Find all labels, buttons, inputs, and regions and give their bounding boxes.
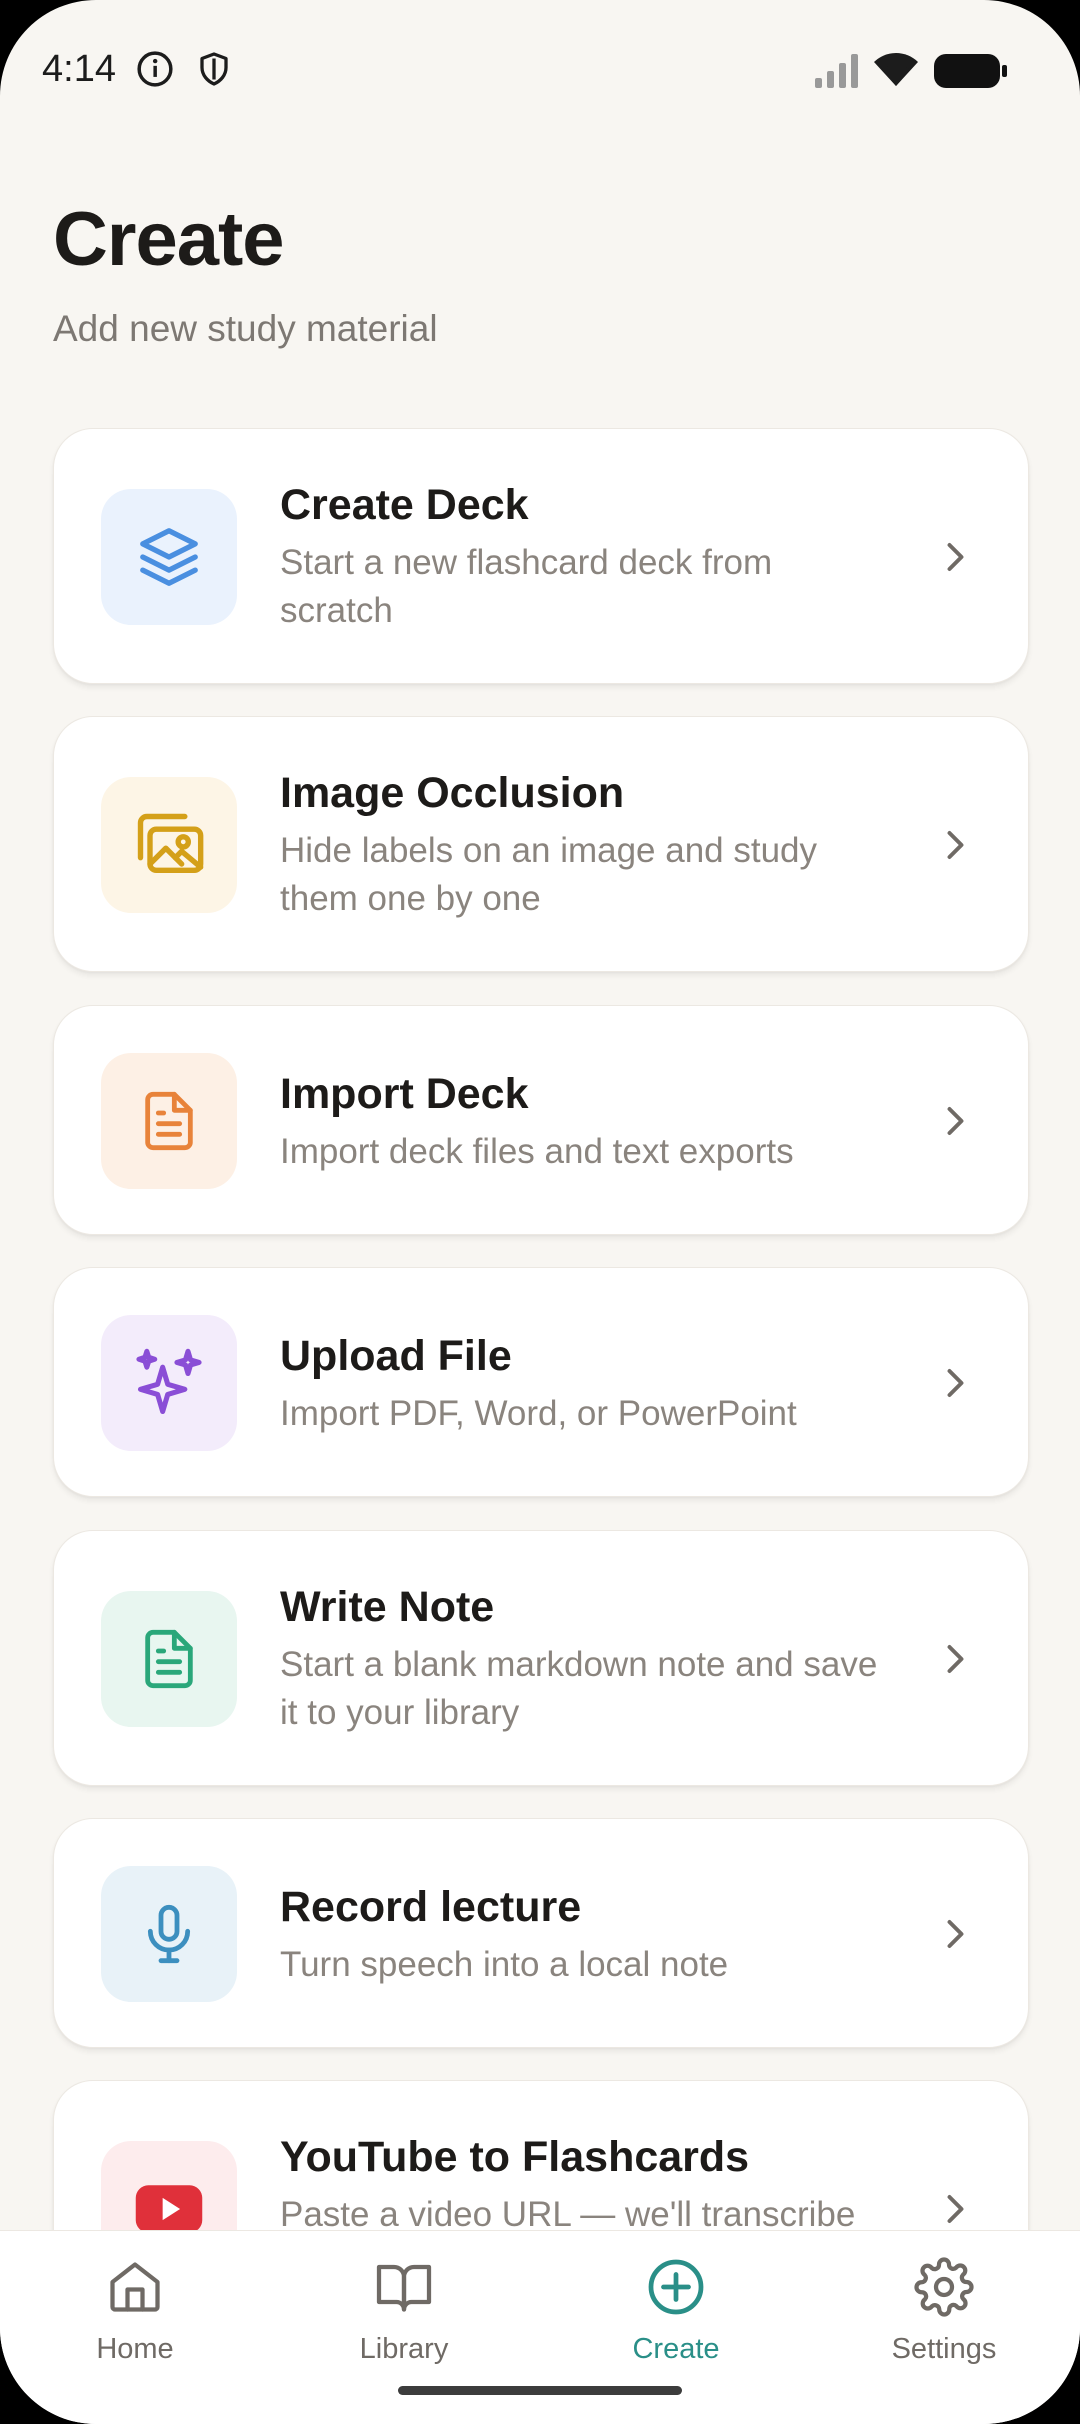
chevron-right-icon bbox=[947, 1645, 964, 1673]
card-title: Record lecture bbox=[280, 1883, 582, 1931]
nav-label: Library bbox=[359, 2333, 449, 2365]
screen: 4:14 Create Add new study material Creat… bbox=[0, 0, 1080, 2424]
nav-label: Create bbox=[632, 2333, 720, 2365]
chevron-right-icon bbox=[947, 831, 964, 859]
record-lecture-card[interactable]: Record lecture Turn speech into a local … bbox=[53, 1818, 1029, 2048]
plus-circle-icon bbox=[648, 2259, 704, 2315]
card-title: YouTube to Flashcards bbox=[280, 2133, 750, 2181]
layers-icon bbox=[140, 528, 198, 586]
note-icon bbox=[145, 1629, 193, 1689]
card-title: Image Occlusion bbox=[280, 769, 625, 817]
import-deck-card[interactable]: Import Deck Import deck files and text e… bbox=[53, 1005, 1029, 1235]
images-icon bbox=[137, 813, 204, 874]
shield-icon bbox=[200, 52, 228, 86]
card-description: Hide labels on an image and study them o… bbox=[280, 831, 818, 918]
status-time: 4:14 bbox=[42, 48, 116, 90]
home-indicator[interactable] bbox=[398, 2386, 682, 2395]
nav-label: Home bbox=[96, 2333, 174, 2365]
status-bar: 4:14 bbox=[0, 0, 1080, 140]
import-deck-icon-box bbox=[101, 1053, 237, 1189]
home-icon bbox=[110, 2262, 160, 2312]
sparkles-icon bbox=[136, 1348, 202, 1415]
card-title: Upload File bbox=[280, 1332, 512, 1380]
upload-file-icon-box bbox=[101, 1315, 237, 1451]
upload-file-card[interactable]: Upload File Import PDF, Word, or PowerPo… bbox=[53, 1267, 1029, 1497]
gear-icon bbox=[914, 2257, 974, 2317]
write-note-card[interactable]: Write Note Start a blank markdown note a… bbox=[53, 1530, 1029, 1786]
chevron-right-icon bbox=[947, 1107, 964, 1135]
wifi-icon bbox=[874, 53, 918, 86]
card-description: Start a new flashcard deck from scratch bbox=[280, 543, 773, 630]
nav-home[interactable]: Home bbox=[35, 2231, 235, 2381]
write-note-icon-box bbox=[101, 1591, 237, 1727]
microphone-icon bbox=[147, 1904, 191, 1964]
signal-icon bbox=[815, 54, 858, 88]
card-title: Write Note bbox=[280, 1583, 495, 1631]
card-description: Import deck files and text exports bbox=[280, 1132, 794, 1171]
card-description: Import PDF, Word, or PowerPoint bbox=[280, 1394, 797, 1433]
create-deck-icon-box bbox=[101, 489, 237, 625]
book-icon bbox=[376, 2264, 432, 2312]
nav-create[interactable]: Create bbox=[576, 2231, 776, 2381]
card-title: Create Deck bbox=[280, 481, 529, 529]
nav-settings[interactable]: Settings bbox=[844, 2231, 1044, 2381]
chevron-right-icon bbox=[947, 2195, 964, 2223]
image-occlusion-card[interactable]: Image Occlusion Hide labels on an image … bbox=[53, 716, 1029, 972]
card-title: Import Deck bbox=[280, 1070, 529, 1118]
chevron-right-icon bbox=[947, 543, 964, 571]
nav-library[interactable]: Library bbox=[304, 2231, 504, 2381]
card-description: Start a blank markdown note and save it … bbox=[280, 1645, 878, 1732]
image-occlusion-icon-box bbox=[101, 777, 237, 913]
chevron-right-icon bbox=[947, 1920, 964, 1948]
chevron-right-icon bbox=[947, 1369, 964, 1397]
info-icon bbox=[137, 51, 173, 87]
page-title: Create bbox=[53, 197, 285, 282]
document-icon bbox=[145, 1091, 193, 1151]
page-subtitle: Add new study material bbox=[53, 308, 438, 349]
card-description: Turn speech into a local note bbox=[280, 1945, 729, 1984]
nav-label: Settings bbox=[891, 2333, 997, 2365]
record-lecture-icon-box bbox=[101, 1866, 237, 2002]
battery-icon bbox=[934, 54, 1007, 88]
create-deck-card[interactable]: Create Deck Start a new flashcard deck f… bbox=[53, 428, 1029, 684]
